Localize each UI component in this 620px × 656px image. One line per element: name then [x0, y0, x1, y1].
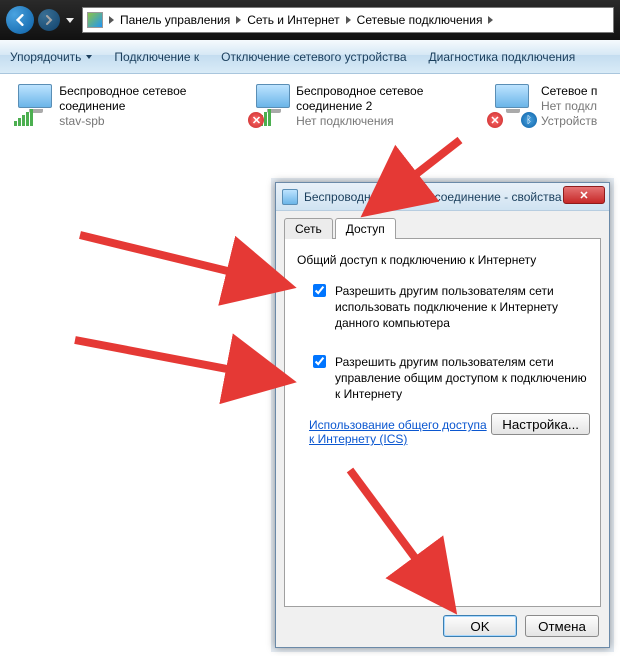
nav-forward-button[interactable] [38, 9, 60, 31]
checkbox-allow-share-label: Разрешить другим пользователям сети испо… [335, 283, 590, 332]
adapter-text: Беспроводное сетевое соединение stav-spb [59, 84, 234, 129]
cmd-diagnose[interactable]: Диагностика подключения [429, 50, 576, 64]
adapter-item[interactable]: Беспроводное сетевое соединение stav-spb [14, 84, 234, 129]
breadcrumb-sep-icon [488, 16, 493, 24]
dialog-titlebar[interactable]: Беспроводное сетевое соединение - свойст… [276, 183, 609, 211]
cmd-disable-label: Отключение сетевого устройства [221, 50, 406, 64]
adapter-title: Беспроводное сетевое соединение [59, 84, 234, 114]
close-button[interactable]: ✕ [563, 186, 605, 204]
breadcrumb-sep-icon [109, 16, 114, 24]
adapter-title: Беспроводное сетевое соединение 2 [296, 84, 473, 114]
breadcrumb-part[interactable]: Сеть и Интернет [247, 13, 339, 27]
cmd-connect-label: Подключение к [114, 50, 199, 64]
breadcrumb-part[interactable]: Сетевые подключения [357, 13, 483, 27]
adapter-sub: Нет подключения [296, 114, 473, 129]
ok-button[interactable]: OK [443, 615, 517, 637]
cmd-organize[interactable]: Упорядочить [10, 50, 92, 64]
dialog-button-row: OK Отмена [284, 607, 601, 639]
properties-dialog: Беспроводное сетевое соединение - свойст… [275, 182, 610, 648]
explorer-navbar: Панель управления Сеть и Интернет Сетевы… [0, 0, 620, 40]
breadcrumb-part[interactable]: Панель управления [120, 13, 230, 27]
wifi-signal-icon [14, 109, 33, 126]
checkbox-allow-share-input[interactable] [313, 284, 326, 297]
cmd-organize-label: Упорядочить [10, 50, 81, 64]
address-bar[interactable]: Панель управления Сеть и Интернет Сетевы… [82, 7, 614, 33]
bluetooth-icon: ᛒ [521, 112, 537, 128]
cmd-disable[interactable]: Отключение сетевого устройства [221, 50, 406, 64]
tab-network[interactable]: Сеть [284, 218, 333, 239]
dialog-title-text: Беспроводное сетевое соединение - свойст… [304, 190, 562, 204]
nav-history-dropdown[interactable] [66, 18, 74, 23]
group-title: Общий доступ к подключению к Интернету [297, 253, 590, 267]
cmd-diagnose-label: Диагностика подключения [429, 50, 576, 64]
adapter-sub: Устройств [541, 114, 597, 129]
adapter-item[interactable]: ✕ ᛒ Сетевое п Нет подкл Устройств [491, 84, 606, 129]
adapter-sub: stav-spb [59, 114, 234, 129]
dialog-icon [282, 189, 298, 205]
checkbox-allow-share[interactable]: Разрешить другим пользователям сети испо… [309, 283, 590, 332]
adapter-icon [14, 84, 53, 124]
adapter-item[interactable]: ✕ Беспроводное сетевое соединение 2 Нет … [252, 84, 472, 129]
cmd-connect[interactable]: Подключение к [114, 50, 199, 64]
cancel-button[interactable]: Отмена [525, 615, 599, 637]
adapter-icon: ✕ ᛒ [491, 84, 535, 124]
address-icon [87, 12, 103, 28]
adapter-text: Сетевое п Нет подкл Устройств [541, 84, 597, 129]
command-bar: Упорядочить Подключение к Отключение сет… [0, 40, 620, 74]
ics-help-link[interactable]: Использование общего доступа к Интернету… [309, 418, 489, 446]
checkbox-allow-control[interactable]: Разрешить другим пользователям сети упра… [309, 354, 590, 403]
checkbox-allow-control-label: Разрешить другим пользователям сети упра… [335, 354, 590, 403]
dropdown-icon [86, 55, 92, 59]
adapters-panel: Беспроводное сетевое соединение stav-spb… [0, 74, 620, 139]
breadcrumb-sep-icon [346, 16, 351, 24]
adapter-text: Беспроводное сетевое соединение 2 Нет по… [296, 84, 473, 129]
adapter-sub: Нет подкл [541, 99, 597, 114]
dialog-body: Сеть Доступ Общий доступ к подключению к… [276, 211, 609, 647]
settings-button[interactable]: Настройка... [491, 413, 590, 435]
tab-panel: Общий доступ к подключению к Интернету Р… [284, 238, 601, 607]
disabled-icon: ✕ [487, 112, 503, 128]
tab-strip: Сеть Доступ [284, 218, 601, 239]
nav-back-button[interactable] [6, 6, 34, 34]
tab-sharing[interactable]: Доступ [335, 218, 396, 239]
breadcrumb-sep-icon [236, 16, 241, 24]
checkbox-allow-control-input[interactable] [313, 355, 326, 368]
adapter-icon: ✕ [252, 84, 290, 124]
adapter-title: Сетевое п [541, 84, 597, 99]
